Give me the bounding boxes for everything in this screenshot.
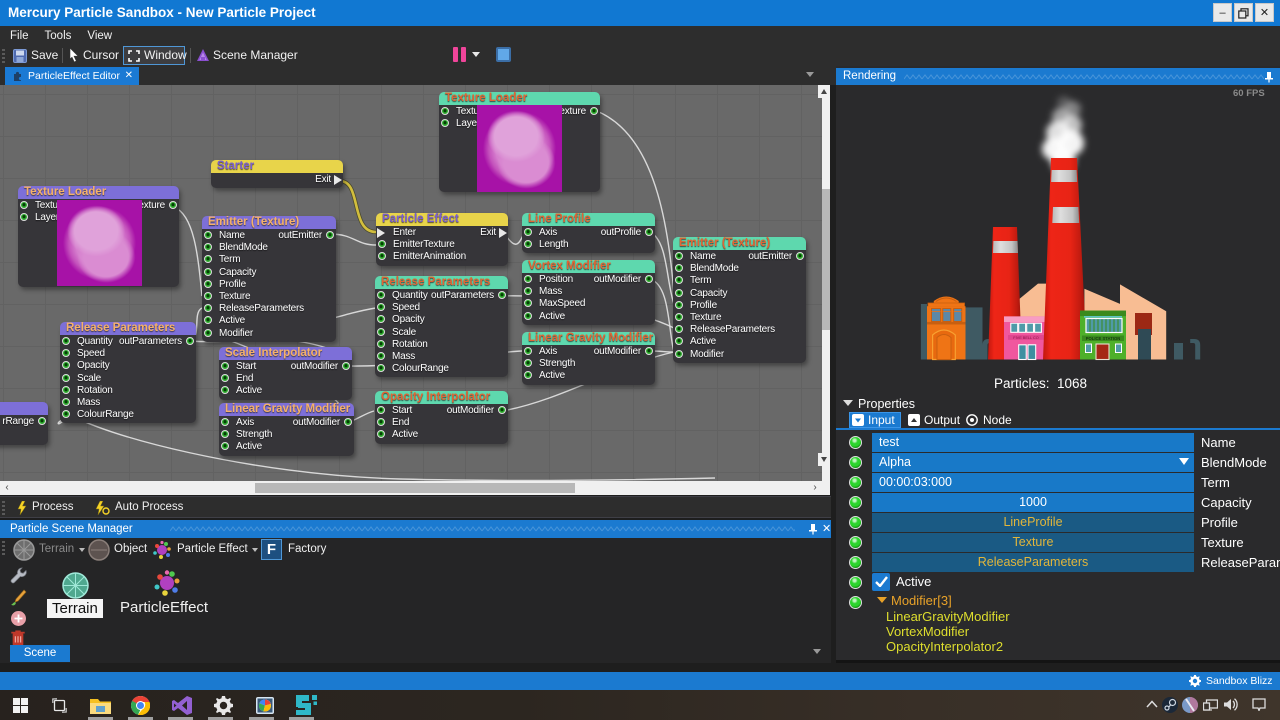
- svg-text:FIVE BELL CO: FIVE BELL CO: [1013, 336, 1038, 340]
- svg-text:POLICE STATION: POLICE STATION: [1086, 336, 1121, 341]
